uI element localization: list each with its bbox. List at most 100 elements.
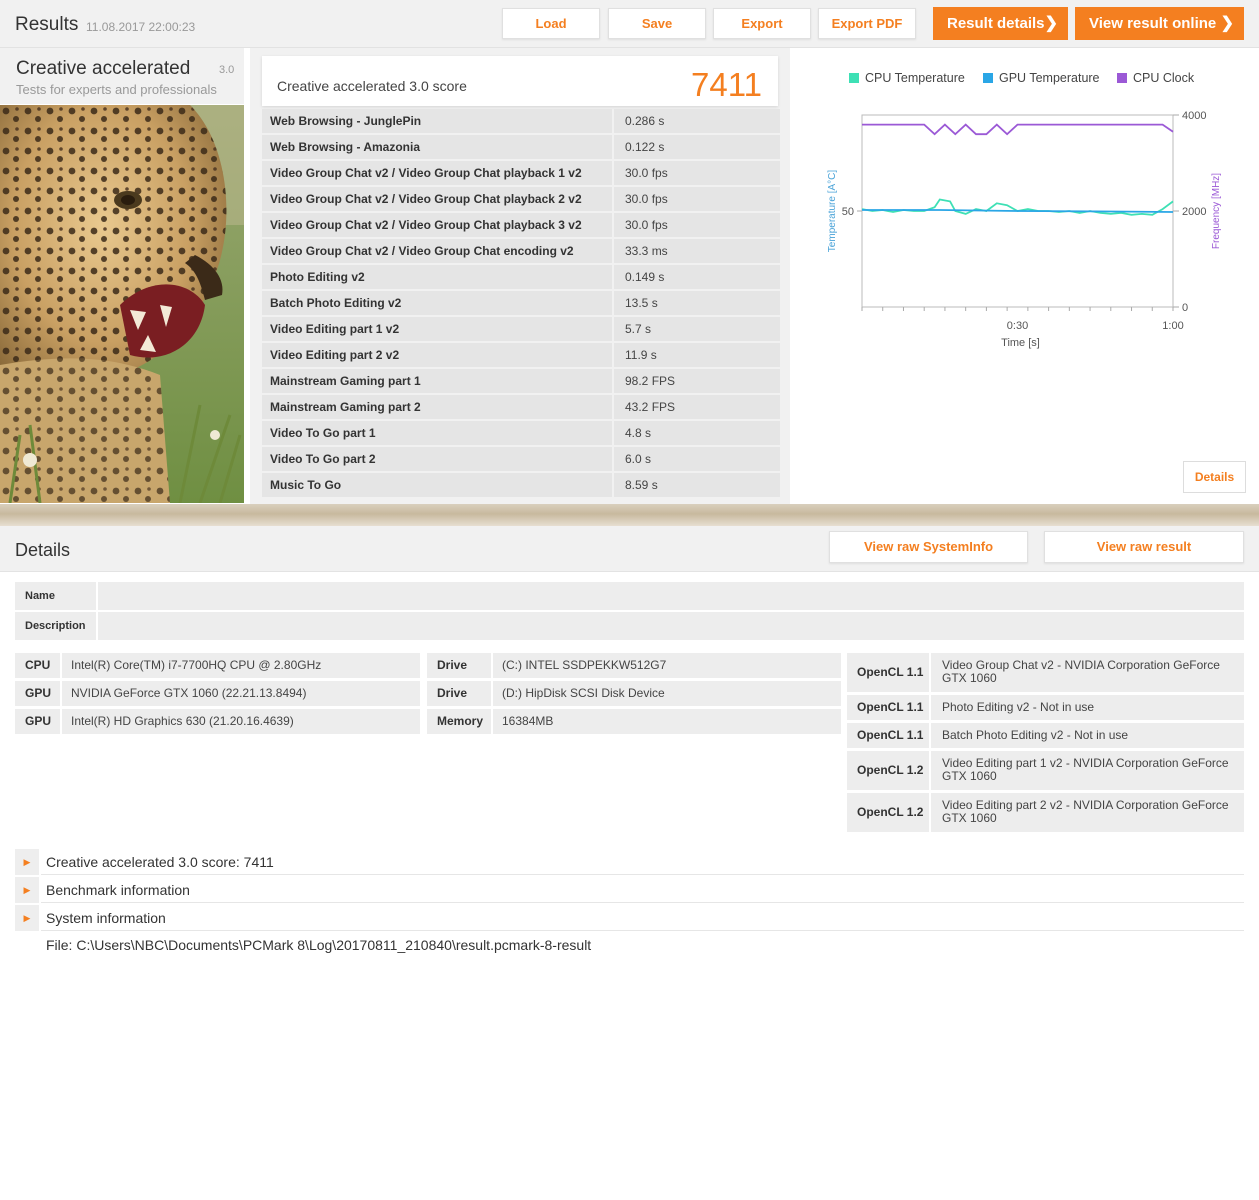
accordion-label: System information — [46, 910, 166, 926]
description-value — [98, 612, 1244, 640]
result-name: Music To Go — [262, 473, 612, 497]
accordion-label: Creative accelerated 3.0 score: 7411 — [46, 854, 274, 870]
benchmark-image-leopard — [0, 105, 244, 503]
accordion-item[interactable]: ▶ Creative accelerated 3.0 score: 7411 — [15, 849, 1244, 875]
system-info-row: GPU NVIDIA GeForce GTX 1060 (22.21.13.849… — [15, 681, 420, 706]
result-value: 98.2 FPS — [614, 369, 780, 393]
chart-details-button[interactable]: Details — [1183, 461, 1246, 493]
result-name: Web Browsing - Amazonia — [262, 135, 612, 159]
opencl-row: OpenCL 1.1 Batch Photo Editing v2 - Not i… — [847, 723, 1244, 748]
view-result-online-button[interactable]: View result online ❯ — [1075, 7, 1244, 40]
accordion-item[interactable]: ▶ System information — [15, 905, 1244, 931]
accordion-divider — [41, 902, 1244, 903]
opencl-row: OpenCL 1.1 Video Group Chat v2 - NVIDIA C… — [847, 653, 1244, 692]
result-row: Video To Go part 2 6.0 s — [262, 447, 780, 471]
caret-right-icon[interactable]: ▶ — [15, 877, 39, 903]
system-info-row: Memory 16384MB — [427, 709, 841, 734]
page-title: Results — [15, 14, 79, 35]
monitoring-chart-panel: CPU Temperature GPU Temperature CPU Clock … — [797, 48, 1259, 504]
y-right-tick-label: 4000 — [1182, 110, 1206, 122]
system-info-value: NVIDIA GeForce GTX 1060 (22.21.13.8494) — [62, 681, 420, 706]
result-name: Video To Go part 1 — [262, 421, 612, 445]
opencl-version: OpenCL 1.2 — [847, 793, 929, 832]
result-value: 30.0 fps — [614, 161, 780, 185]
result-name: Photo Editing v2 — [262, 265, 612, 289]
result-row: Video Editing part 1 v2 5.7 s — [262, 317, 780, 341]
result-value: 33.3 ms — [614, 239, 780, 263]
system-info-key: Drive — [427, 681, 491, 706]
result-date: 11.08.2017 22:00:23 — [86, 20, 196, 34]
x-tick-label: 0:30 — [1007, 320, 1028, 332]
system-info-key: GPU — [15, 681, 60, 706]
y-left-tick-label: 50 — [842, 206, 854, 218]
caret-right-icon[interactable]: ▶ — [15, 905, 39, 931]
system-info-value: Intel(R) HD Graphics 630 (21.20.16.4639) — [62, 709, 420, 734]
result-value: 0.149 s — [614, 265, 780, 289]
caret-right-icon[interactable]: ▶ — [15, 849, 39, 875]
opencl-value: Video Editing part 1 v2 - NVIDIA Corpora… — [931, 751, 1244, 790]
system-info-row: CPU Intel(R) Core(TM) i7-7700HQ CPU @ 2.8… — [15, 653, 420, 678]
details-header: Details View raw SystemInfo View raw res… — [0, 526, 1259, 572]
result-value: 13.5 s — [614, 291, 780, 315]
system-info-key: Drive — [427, 653, 491, 678]
result-value: 30.0 fps — [614, 213, 780, 237]
x-tick-label: 1:00 — [1162, 320, 1183, 332]
name-row: Name — [15, 582, 1244, 610]
y-right-tick-label: 0 — [1182, 302, 1188, 314]
decorative-banner — [0, 504, 1259, 526]
result-row: Video Group Chat v2 / Video Group Chat p… — [262, 213, 780, 237]
result-row: Mainstream Gaming part 1 98.2 FPS — [262, 369, 780, 393]
load-button[interactable]: Load — [502, 8, 600, 39]
result-row: Web Browsing - JunglePin 0.286 s — [262, 109, 780, 133]
view-raw-result-button[interactable]: View raw result — [1044, 531, 1244, 563]
result-details-button[interactable]: Result details ❯ — [933, 7, 1068, 40]
name-value — [98, 582, 1244, 610]
result-row: Video Editing part 2 v2 11.9 s — [262, 343, 780, 367]
result-value: 43.2 FPS — [614, 395, 780, 419]
result-value: 11.9 s — [614, 343, 780, 367]
view-result-online-label: View result online — [1089, 15, 1217, 32]
accordion-label: Benchmark information — [46, 882, 190, 898]
result-name: Video Group Chat v2 / Video Group Chat p… — [262, 213, 612, 237]
export-button[interactable]: Export — [713, 8, 811, 39]
view-raw-systeminfo-button[interactable]: View raw SystemInfo — [829, 531, 1028, 563]
score-value: 7411 — [691, 66, 762, 103]
x-axis-label: Time [s] — [1001, 337, 1040, 349]
opencl-value: Video Group Chat v2 - NVIDIA Corporation… — [931, 653, 1244, 692]
system-info-row: Drive (C:) INTEL SSDPEKKW512G7 — [427, 653, 841, 678]
accordion-divider — [41, 930, 1244, 931]
top-bar: Results 11.08.2017 22:00:23 Load Save Ex… — [0, 0, 1259, 48]
opencl-version: OpenCL 1.1 — [847, 723, 929, 748]
result-name: Web Browsing - JunglePin — [262, 109, 612, 133]
accordion-divider — [41, 874, 1244, 875]
result-row: Web Browsing - Amazonia 0.122 s — [262, 135, 780, 159]
result-name: Video Editing part 1 v2 — [262, 317, 612, 341]
export-pdf-button[interactable]: Export PDF — [818, 8, 916, 39]
opencl-row: OpenCL 1.2 Video Editing part 1 v2 - NVID… — [847, 751, 1244, 790]
system-info-value: 16384MB — [493, 709, 841, 734]
result-row: Mainstream Gaming part 2 43.2 FPS — [262, 395, 780, 419]
result-row: Video To Go part 1 4.8 s — [262, 421, 780, 445]
save-button[interactable]: Save — [608, 8, 706, 39]
system-info-value: (C:) INTEL SSDPEKKW512G7 — [493, 653, 841, 678]
leopard-illustration — [0, 105, 244, 503]
score-box: Creative accelerated 3.0 score 7411 — [262, 56, 778, 106]
result-details-label: Result details — [947, 15, 1045, 32]
chevron-right-icon: ❯ — [1220, 15, 1234, 32]
system-info-value: Intel(R) Core(TM) i7-7700HQ CPU @ 2.80GH… — [62, 653, 420, 678]
y-left-axis-label: Temperature [A°C] — [827, 170, 838, 253]
opencl-row: OpenCL 1.2 Video Editing part 2 v2 - NVID… — [847, 793, 1244, 832]
result-value: 5.7 s — [614, 317, 780, 341]
result-name: Video Group Chat v2 / Video Group Chat p… — [262, 161, 612, 185]
y-right-axis-label: Frequency [MHz] — [1211, 173, 1222, 249]
score-label: Creative accelerated 3.0 score — [277, 78, 467, 94]
result-name: Video Group Chat v2 / Video Group Chat p… — [262, 187, 612, 211]
opencl-value: Video Editing part 2 v2 - NVIDIA Corpora… — [931, 793, 1244, 832]
opencl-value: Photo Editing v2 - Not in use — [931, 695, 1244, 720]
accordion-item[interactable]: ▶ Benchmark information — [15, 877, 1244, 903]
benchmark-header: Creative accelerated 3.0 Tests for exper… — [0, 48, 244, 104]
system-info-key: Memory — [427, 709, 491, 734]
result-row: Music To Go 8.59 s — [262, 473, 780, 497]
benchmark-name: Creative accelerated — [16, 58, 191, 79]
result-row: Video Group Chat v2 / Video Group Chat e… — [262, 239, 780, 263]
